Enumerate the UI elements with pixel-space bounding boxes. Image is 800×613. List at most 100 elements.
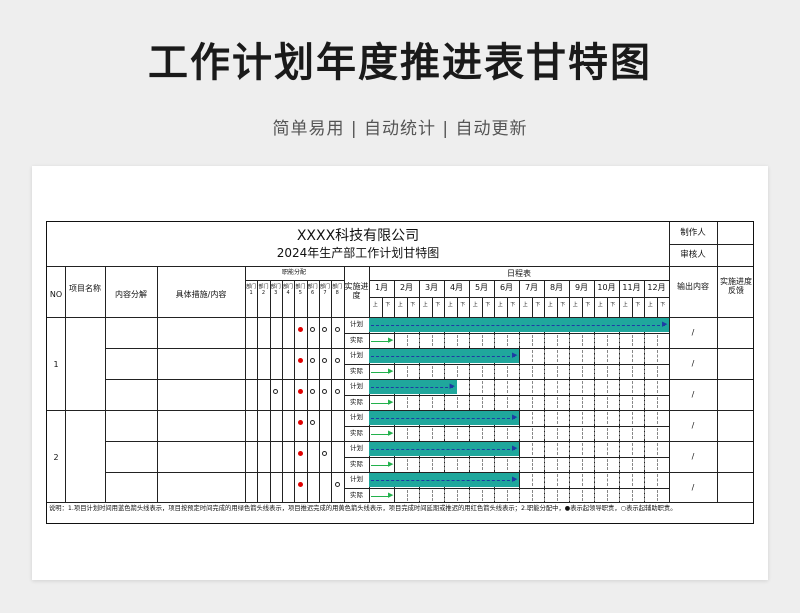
plan-label: 计划 [350, 475, 363, 483]
grid-line [344, 394, 669, 396]
grid-line [569, 489, 570, 501]
grid-line [631, 443, 633, 455]
grid-line [581, 381, 583, 393]
grid-line [569, 427, 570, 439]
grid-line [606, 458, 608, 470]
grid-line [594, 443, 595, 455]
month-label: 5月 [474, 283, 489, 292]
grid-line [456, 334, 458, 346]
grid-line [469, 381, 470, 393]
grid-line [531, 334, 533, 346]
half-label: 下 [660, 302, 666, 308]
chart-title: 2024年生产部工作计划甘特图 [276, 246, 440, 260]
grid-line [631, 474, 633, 486]
grid-line [556, 458, 558, 470]
grid-line [556, 381, 558, 393]
grid-line [544, 350, 545, 362]
group-no: 1 [53, 359, 59, 369]
header-project: 项目名称 [69, 284, 101, 293]
grid-line [506, 427, 508, 439]
output-cell[interactable]: / [669, 359, 717, 368]
grid-line [619, 427, 620, 439]
grid-line [531, 350, 533, 362]
half-label: 上 [422, 302, 428, 308]
output-cell[interactable]: / [669, 390, 717, 399]
grid-line [506, 365, 508, 377]
output-cell[interactable]: / [669, 421, 717, 430]
grid-line [456, 427, 458, 439]
header-output: 输出内容 [677, 282, 709, 291]
lead-duty-dot [297, 357, 303, 363]
grid-line [444, 427, 445, 439]
grid-line [344, 425, 669, 427]
grid-line [481, 365, 483, 377]
grid-line [331, 280, 333, 502]
half-label: 下 [410, 302, 416, 308]
grid-line [606, 334, 608, 346]
header-breakdown: 内容分解 [115, 290, 147, 299]
grid-line [581, 365, 583, 377]
half-label: 下 [560, 302, 566, 308]
plan-arrow [371, 480, 515, 481]
plan-label: 计划 [350, 382, 363, 390]
grid-line [344, 487, 669, 489]
grid-line [581, 350, 583, 362]
grid-line [544, 489, 545, 501]
dept-label: 部门5 [295, 284, 306, 296]
grid-line [506, 489, 508, 501]
grid-line [431, 365, 433, 377]
grid-line [569, 334, 570, 346]
output-cell[interactable]: / [669, 328, 717, 337]
grid-line [431, 489, 433, 501]
grid-line [644, 427, 645, 439]
maker-value-cell[interactable] [717, 222, 753, 244]
grid-line [606, 381, 608, 393]
grid-line [606, 489, 608, 501]
grid-line [606, 474, 608, 486]
half-label: 上 [547, 302, 553, 308]
assist-duty-circle [322, 357, 328, 363]
arrow-head-icon: ▶ [388, 335, 394, 344]
output-cell[interactable]: / [669, 483, 717, 492]
assist-duty-circle [334, 388, 340, 394]
lead-duty-dot [297, 419, 303, 425]
dept-label: 部门3 [270, 284, 281, 296]
grid-line [531, 396, 533, 408]
grid-line [344, 363, 669, 365]
plan-arrow [371, 418, 515, 419]
reviewer-value-cell[interactable] [717, 244, 753, 266]
month-label: 7月 [524, 283, 539, 292]
grid-line [519, 458, 520, 470]
grid-line [531, 458, 533, 470]
grid-line [444, 334, 445, 346]
output-cell[interactable]: / [669, 452, 717, 461]
grid-line [469, 365, 470, 377]
grid-line [519, 396, 520, 408]
half-label: 下 [585, 302, 591, 308]
grid-line [644, 443, 645, 455]
grid-line [469, 427, 470, 439]
arrow-head-icon: ▶ [512, 444, 518, 452]
half-label: 下 [610, 302, 616, 308]
half-label: 上 [647, 302, 653, 308]
grid-line [519, 489, 520, 501]
dept-label: 部门2 [258, 284, 269, 296]
grid-line [444, 458, 445, 470]
month-label: 2月 [399, 283, 414, 292]
grid-line [556, 474, 558, 486]
grid-line [519, 334, 520, 346]
grid-line [594, 381, 595, 393]
grid-line [444, 489, 445, 501]
plan-arrow [371, 325, 665, 326]
grid-line [656, 365, 658, 377]
grid-line [494, 381, 495, 393]
half-label: 下 [460, 302, 466, 308]
grid-line [656, 427, 658, 439]
half-label: 上 [572, 302, 578, 308]
grid-line [456, 396, 458, 408]
grid-line [606, 427, 608, 439]
grid-line [717, 266, 718, 502]
group-no: 2 [53, 452, 59, 462]
grid-line [594, 427, 595, 439]
grid-line [556, 350, 558, 362]
